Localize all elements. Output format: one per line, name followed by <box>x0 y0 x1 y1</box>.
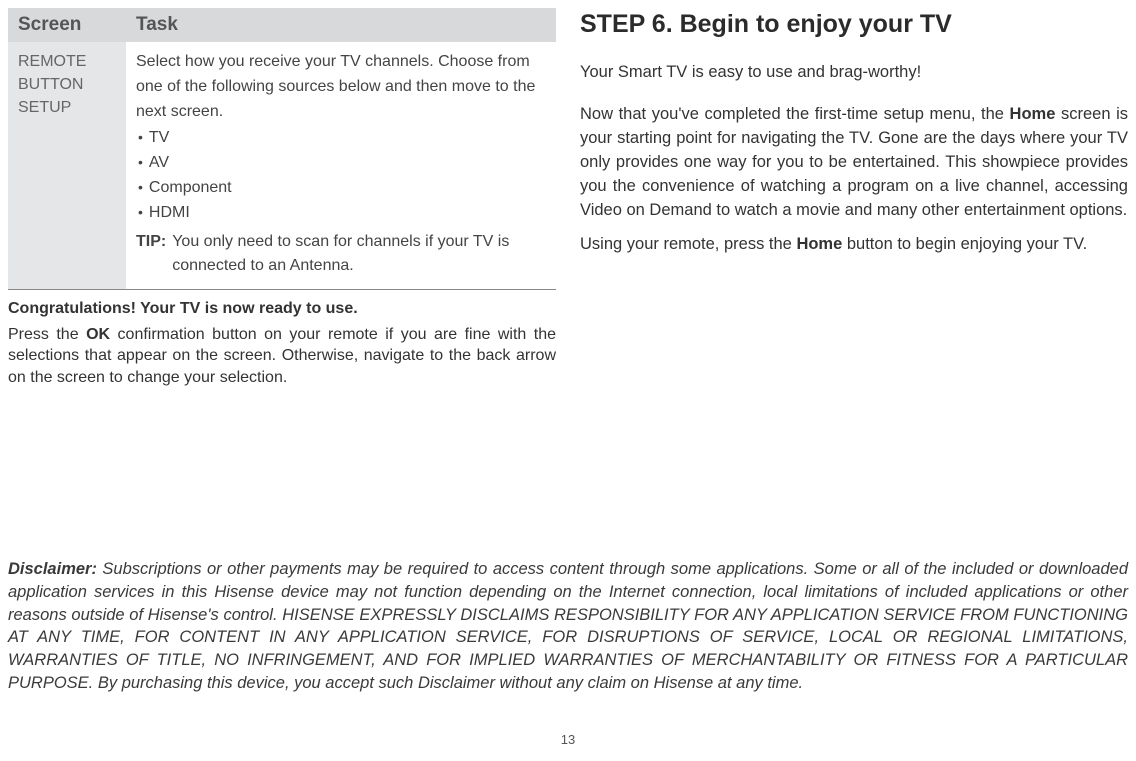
table-header-task: Task <box>126 8 556 42</box>
task-intro: Select how you receive your TV channels.… <box>136 50 546 124</box>
press-ok-text: Press the OK confirmation button on your… <box>8 324 556 389</box>
bullet-icon: • <box>138 152 143 174</box>
text: Now that you've completed the first-time… <box>580 105 1010 123</box>
bullet-icon: • <box>138 202 143 224</box>
congrats-text: Congratulations! Your TV is now ready to… <box>8 298 556 320</box>
disclaimer-label: Disclaimer: <box>8 560 97 578</box>
ok-label: OK <box>86 326 110 343</box>
right-p2: Now that you've completed the first-time… <box>580 103 1128 223</box>
tip-label: TIP: <box>136 230 166 280</box>
below-table-text: Congratulations! Your TV is now ready to… <box>8 298 556 388</box>
list-item: • AV <box>136 151 546 176</box>
tip-row: TIP: You only need to scan for channels … <box>136 230 546 280</box>
disclaimer-text: Disclaimer: Subscriptions or other payme… <box>8 558 1128 695</box>
list-item: • HDMI <box>136 201 546 226</box>
tip-text: You only need to scan for channels if yo… <box>172 230 546 280</box>
right-p3: Using your remote, press the Home button… <box>580 233 1128 257</box>
table-header-screen: Screen <box>8 8 126 42</box>
disclaimer-body: Subscriptions or other payments may be r… <box>8 560 1128 692</box>
bullet-text: TV <box>149 126 169 151</box>
bullet-icon: • <box>138 127 143 149</box>
list-item: • TV <box>136 126 546 151</box>
bullet-list: • TV • AV • Component • HDMI <box>136 126 546 225</box>
text: Press the <box>8 326 86 343</box>
table-cell-screen: REMOTE BUTTON SETUP <box>8 42 126 290</box>
home-label: Home <box>1010 105 1056 123</box>
table-row: REMOTE BUTTON SETUP Select how you recei… <box>8 42 556 290</box>
bullet-text: AV <box>149 151 169 176</box>
bullet-text: HDMI <box>149 201 190 226</box>
right-p1: Your Smart TV is easy to use and brag-wo… <box>580 61 1128 85</box>
text: button to begin enjoying your TV. <box>842 235 1087 253</box>
setup-table: Screen Task REMOTE BUTTON SETUP Select h… <box>8 8 556 290</box>
table-cell-task: Select how you receive your TV channels.… <box>126 42 556 290</box>
list-item: • Component <box>136 176 546 201</box>
bullet-text: Component <box>149 176 232 201</box>
page-number: 13 <box>0 732 1136 747</box>
step-heading: STEP 6. Begin to enjoy your TV <box>580 10 1128 39</box>
text: Using your remote, press the <box>580 235 796 253</box>
home-label: Home <box>796 235 842 253</box>
bullet-icon: • <box>138 177 143 199</box>
